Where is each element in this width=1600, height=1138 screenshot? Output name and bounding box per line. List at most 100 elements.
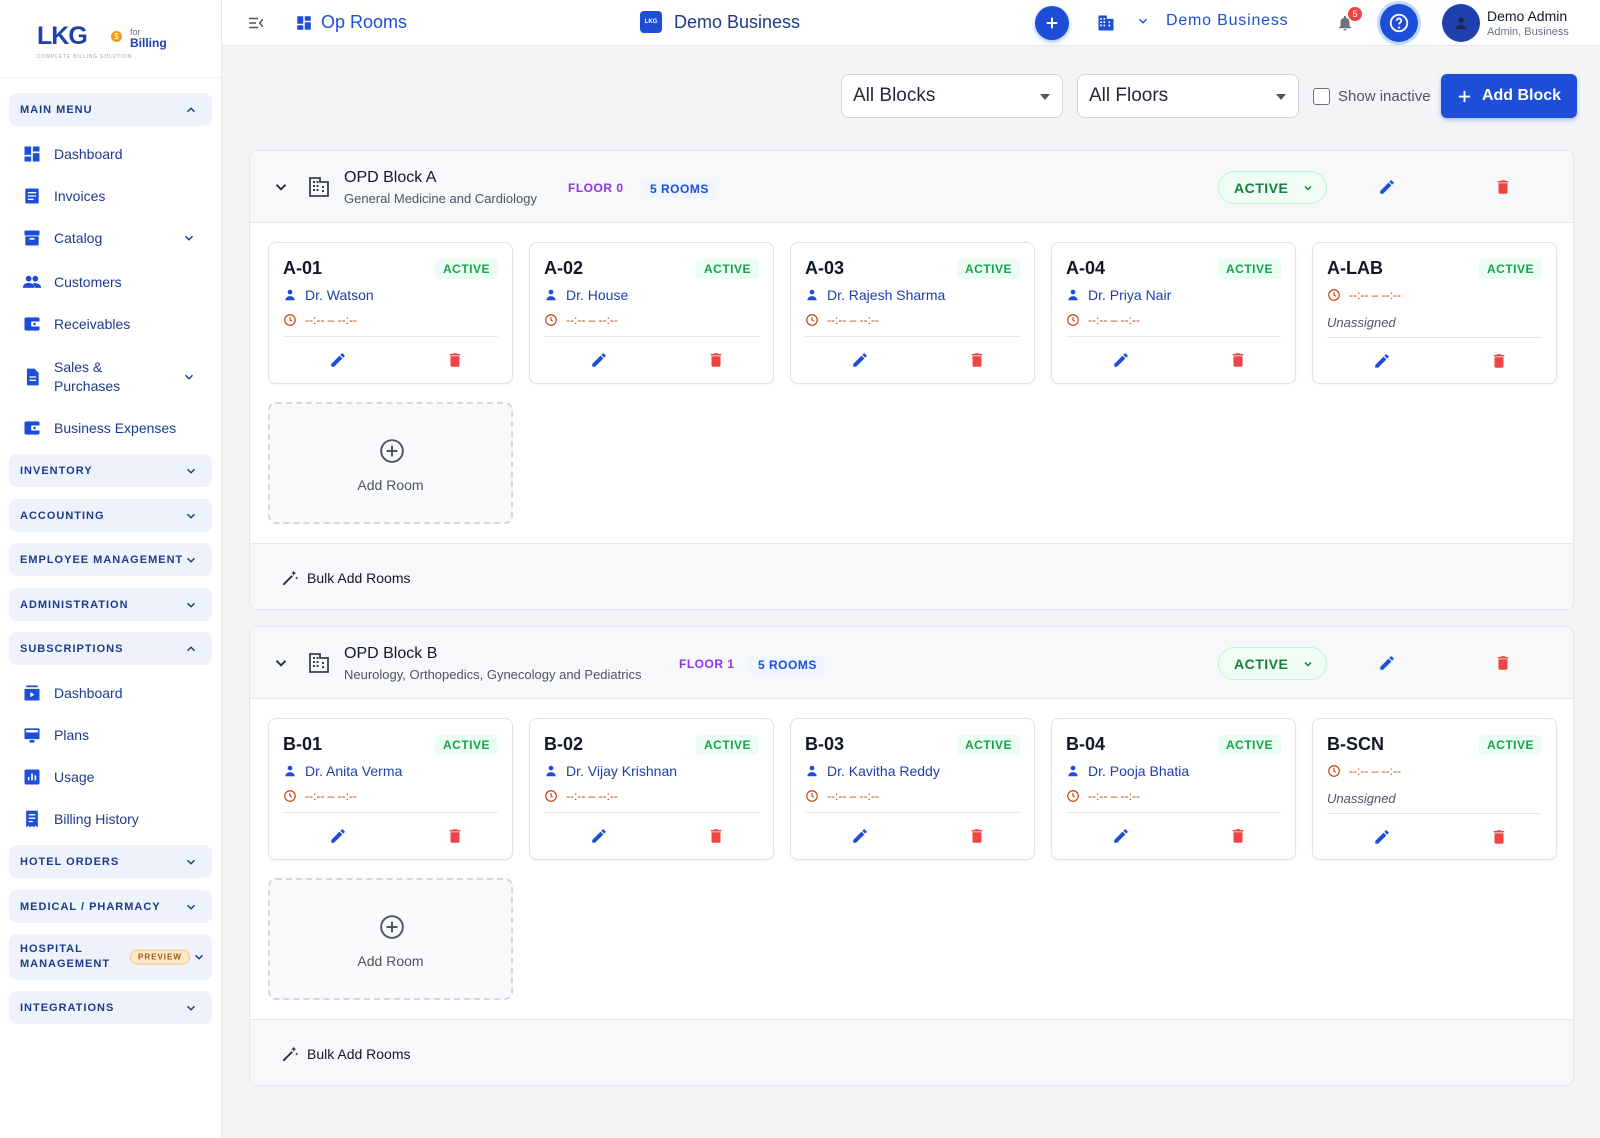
collapse-chevron-icon[interactable] xyxy=(272,178,290,196)
section-employee-management[interactable]: EMPLOYEE MANAGEMENT xyxy=(9,543,212,576)
block-status-select[interactable]: ACTIVE xyxy=(1218,171,1327,204)
business-select-value: Demo Business xyxy=(1166,12,1289,29)
edit-icon[interactable] xyxy=(329,827,347,845)
delete-icon[interactable] xyxy=(1229,351,1247,369)
catalog-icon xyxy=(24,230,40,246)
avatar[interactable] xyxy=(1442,4,1480,42)
room-code: A-LAB xyxy=(1327,258,1383,278)
sidebar-item-sales-purchases[interactable]: Sales & Purchases xyxy=(22,357,212,397)
add-room-button[interactable]: Add Room xyxy=(268,878,513,1000)
sidebar-item-billing-history[interactable]: Billing History xyxy=(22,808,212,830)
delete-icon[interactable] xyxy=(446,827,464,845)
section-accounting[interactable]: ACCOUNTING xyxy=(9,499,212,532)
bulk-add-rooms-button[interactable]: Bulk Add Rooms xyxy=(281,569,411,587)
sidebar-item-plans[interactable]: Plans xyxy=(22,724,212,746)
notifications-button[interactable]: 5 xyxy=(1336,7,1362,33)
room-status-badge: ACTIVE xyxy=(434,259,498,279)
add-room-button[interactable]: Add Room xyxy=(268,402,513,524)
block-status-select[interactable]: ACTIVE xyxy=(1218,647,1327,680)
magic-wand-icon xyxy=(282,1046,299,1062)
doctor-name: Dr. Anita Verma xyxy=(305,763,403,779)
edit-icon[interactable] xyxy=(851,827,869,845)
delete-icon[interactable] xyxy=(446,351,464,369)
delete-icon[interactable] xyxy=(1494,654,1512,672)
room-card[interactable]: A-03 ACTIVE Dr. Rajesh Sharma --:-- – --… xyxy=(790,242,1035,384)
room-card[interactable]: B-02 ACTIVE Dr. Vijay Krishnan --:-- – -… xyxy=(529,718,774,860)
room-card[interactable]: A-02 ACTIVE Dr. House --:-- – --:-- xyxy=(529,242,774,384)
edit-icon[interactable] xyxy=(1112,827,1130,845)
room-card[interactable]: B-04 ACTIVE Dr. Pooja Bhatia --:-- – --:… xyxy=(1051,718,1296,860)
section-hospital-management[interactable]: HOSPITAL MANAGEMENT PREVIEW xyxy=(9,934,212,980)
section-medical-pharmacy[interactable]: MEDICAL / PHARMACY xyxy=(9,890,212,923)
delete-icon[interactable] xyxy=(968,351,986,369)
sidebar-item-subscription-dashboard[interactable]: Dashboard xyxy=(22,682,212,704)
sidebar-item-invoices[interactable]: Invoices xyxy=(22,185,212,207)
section-subscriptions[interactable]: SUBSCRIPTIONS xyxy=(9,632,212,665)
show-inactive-toggle[interactable]: Show inactive xyxy=(1313,88,1431,105)
edit-icon[interactable] xyxy=(590,827,608,845)
sidebar-item-label: Dashboard xyxy=(54,685,123,701)
room-card[interactable]: A-01 ACTIVE Dr. Watson --:-- – --:-- xyxy=(268,242,513,384)
bulk-add-rooms-button[interactable]: Bulk Add Rooms xyxy=(281,1045,411,1063)
sidebar-item-business-expenses[interactable]: Business Expenses xyxy=(22,417,212,439)
collapse-chevron-icon[interactable] xyxy=(272,654,290,672)
menu-collapse-icon[interactable] xyxy=(246,14,266,32)
user-info[interactable]: Demo Admin Admin, Business xyxy=(1487,8,1569,38)
room-card[interactable]: A-LAB ACTIVE --:-- – --:-- Unassigned xyxy=(1312,242,1557,384)
business-select[interactable]: Demo Business xyxy=(1136,12,1288,30)
sidebar-item-catalog[interactable]: Catalog xyxy=(22,227,212,249)
divider xyxy=(283,812,498,813)
plans-icon xyxy=(24,728,40,743)
sidebar-item-dashboard[interactable]: Dashboard xyxy=(22,143,212,165)
edit-icon[interactable] xyxy=(851,351,869,369)
edit-icon[interactable] xyxy=(1378,654,1396,672)
section-hotel-orders[interactable]: HOTEL ORDERS xyxy=(9,845,212,878)
room-card[interactable]: B-SCN ACTIVE --:-- – --:-- Unassigned xyxy=(1312,718,1557,860)
magic-wand-icon xyxy=(282,570,299,586)
section-inventory[interactable]: INVENTORY xyxy=(9,454,212,487)
edit-icon[interactable] xyxy=(1112,351,1130,369)
section-integrations[interactable]: INTEGRATIONS xyxy=(9,991,212,1024)
sidebar-item-receivables[interactable]: Receivables xyxy=(22,313,212,335)
page-title: Op Rooms xyxy=(295,12,407,33)
delete-icon[interactable] xyxy=(968,827,986,845)
delete-icon[interactable] xyxy=(1490,352,1508,370)
floors-select[interactable]: All Floors xyxy=(1077,74,1299,118)
edit-icon[interactable] xyxy=(329,351,347,369)
blocks-select[interactable]: All Blocks xyxy=(841,74,1063,118)
time-range: --:-- – --:-- xyxy=(566,313,618,327)
room-card[interactable]: A-04 ACTIVE Dr. Priya Nair --:-- – --:-- xyxy=(1051,242,1296,384)
delete-icon[interactable] xyxy=(707,827,725,845)
dropdown-caret-icon xyxy=(1040,94,1050,100)
logo-brand: LKG xyxy=(37,22,88,50)
room-card[interactable]: B-01 ACTIVE Dr. Anita Verma --:-- – --:-… xyxy=(268,718,513,860)
section-label: EMPLOYEE MANAGEMENT xyxy=(20,553,184,566)
divider xyxy=(544,812,759,813)
delete-icon[interactable] xyxy=(1494,178,1512,196)
help-button[interactable] xyxy=(1380,4,1418,42)
edit-icon[interactable] xyxy=(1378,178,1396,196)
room-status-badge: ACTIVE xyxy=(956,259,1020,279)
show-inactive-checkbox[interactable] xyxy=(1313,88,1330,105)
edit-icon[interactable] xyxy=(1373,352,1391,370)
section-administration[interactable]: ADMINISTRATION xyxy=(9,588,212,621)
user-icon xyxy=(1455,17,1467,29)
add-block-button[interactable]: Add Block xyxy=(1441,74,1577,118)
logo[interactable]: LKG $ for Billing COMPLETE BILLING SOLUT… xyxy=(0,0,221,78)
quick-add-button[interactable] xyxy=(1035,6,1069,40)
sidebar-item-customers[interactable]: Customers xyxy=(22,271,212,293)
section-label: INTEGRATIONS xyxy=(20,1001,115,1014)
time-range: --:-- – --:-- xyxy=(566,789,618,803)
sidebar-item-label: Billing History xyxy=(54,811,139,827)
edit-icon[interactable] xyxy=(590,351,608,369)
sidebar-item-usage[interactable]: Usage xyxy=(22,766,212,788)
delete-icon[interactable] xyxy=(707,351,725,369)
edit-icon[interactable] xyxy=(1373,828,1391,846)
section-label: INVENTORY xyxy=(20,464,93,477)
delete-icon[interactable] xyxy=(1229,827,1247,845)
room-card[interactable]: B-03 ACTIVE Dr. Kavitha Reddy --:-- – --… xyxy=(790,718,1035,860)
chevron-down-icon xyxy=(184,235,194,241)
doctor-name: Dr. Priya Nair xyxy=(1088,287,1172,303)
delete-icon[interactable] xyxy=(1490,828,1508,846)
sidebar-item-label: Customers xyxy=(54,274,122,290)
